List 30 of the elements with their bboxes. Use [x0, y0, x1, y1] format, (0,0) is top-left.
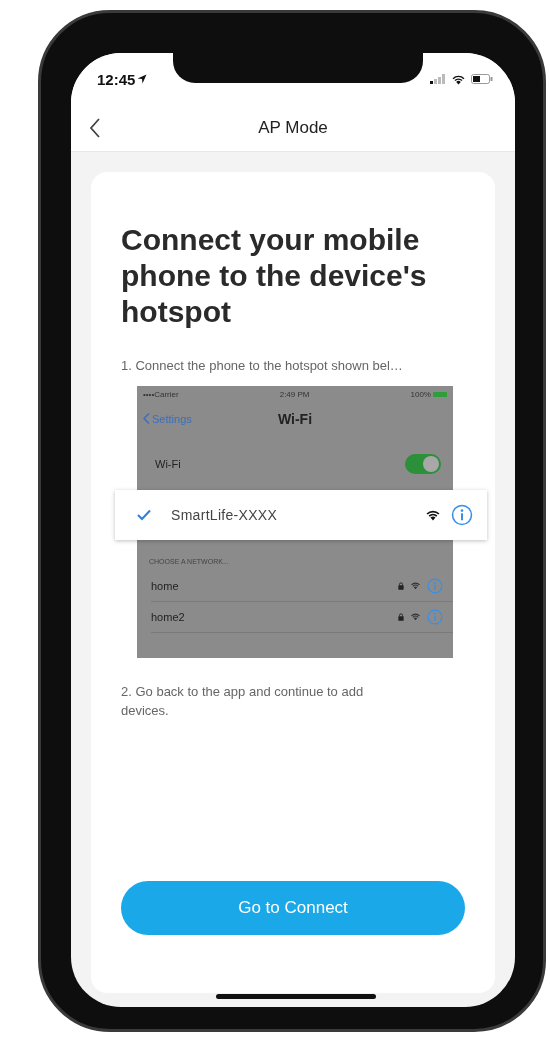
network-row[interactable]: SmartLife-XXXX [115, 489, 487, 540]
wifi-title: Wi-Fi [277, 410, 313, 427]
back-chevron-icon[interactable] [89, 118, 101, 138]
card-title: Connect your mobile phone to the device's hotspot [121, 222, 428, 330]
step-text: 1. Connect the phone to the hotspot shown bel… [121, 357, 404, 375]
location-arrow-icon [137, 74, 148, 84]
page-title: AP Mode [258, 118, 328, 138]
wifi-icon [425, 508, 441, 521]
carrier-text: ••••Carrier [143, 390, 179, 399]
battery-icon [433, 392, 447, 397]
chevron-icon [143, 413, 150, 424]
battery-icon [471, 74, 493, 84]
settings-back-link[interactable]: Settings [143, 412, 192, 425]
network-name: home2 [151, 610, 186, 623]
wifi-icon [451, 73, 466, 85]
go-to-connect-button[interactable]: Go to Connect [121, 881, 465, 935]
battery-text: 100% [410, 390, 431, 399]
clock-text: 2:49 PM [279, 390, 310, 399]
wifi-icon [410, 581, 421, 590]
network-name: SmartLife-XXXX [171, 506, 279, 523]
wifi-toggle[interactable] [405, 453, 441, 474]
step-text: 2. Go back to the app and continue to add devices. [121, 682, 365, 720]
lock-icon [398, 581, 404, 590]
wifi-label: Wi-Fi [155, 457, 181, 470]
network-name: home [151, 579, 180, 592]
signal-icon [430, 74, 446, 84]
lock-icon [398, 612, 404, 621]
info-icon[interactable] [451, 503, 473, 526]
wifi-icon [410, 612, 421, 621]
status-time: 12:45 [97, 70, 148, 88]
